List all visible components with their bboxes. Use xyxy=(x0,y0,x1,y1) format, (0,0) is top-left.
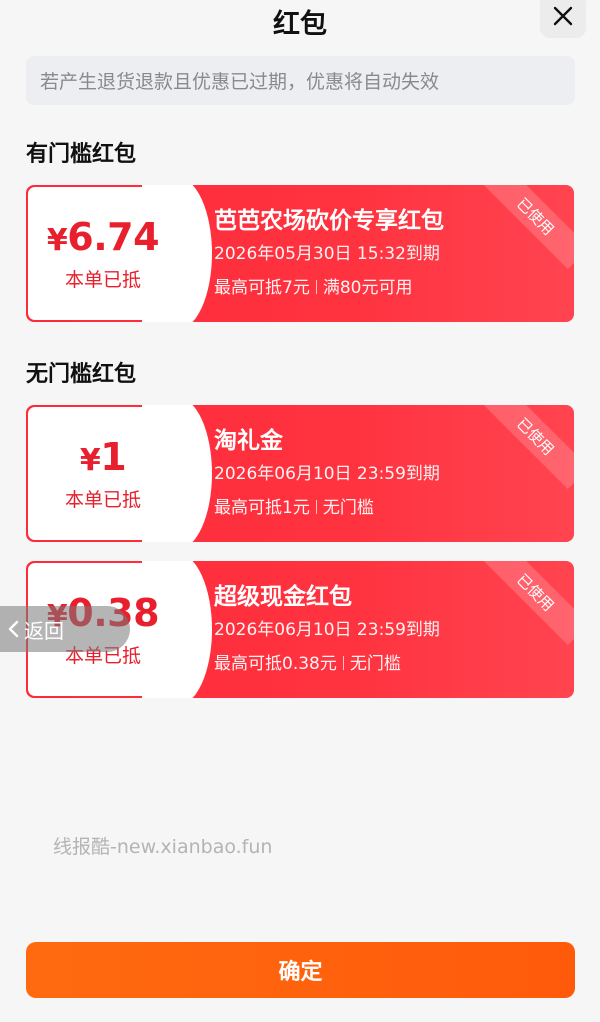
red-packet-sheet: 红包 若产生退货退款且优惠已过期，优惠将自动失效 有门槛红包 ¥6.74 本单已… xyxy=(0,0,600,1022)
coupon-name: 芭芭农场砍价专享红包 xyxy=(214,208,444,234)
coupon-deducted-label: 本单已抵 xyxy=(64,269,141,291)
coupon-name: 超级现金红包 xyxy=(214,584,352,610)
coupon-info: 超级现金红包 2026年06月10日 23:59到期 最高可抵0.38元 无门槛 xyxy=(214,581,440,677)
coupon-rule: 最高可抵0.38元 无门槛 xyxy=(214,654,401,674)
coupon-amount-panel: ¥6.74 本单已抵 xyxy=(28,185,212,322)
confirm-button[interactable]: 确定 xyxy=(26,942,575,998)
coupon-name: 淘礼金 xyxy=(214,428,283,454)
coupon-amount: ¥6.74 xyxy=(46,215,160,259)
close-icon xyxy=(553,6,573,26)
section-title-threshold: 有门槛红包 xyxy=(26,142,137,167)
coupon-info: 淘礼金 2026年06月10日 23:59到期 最高可抵1元 无门槛 xyxy=(214,425,440,521)
coupon-rule: 最高可抵7元 满80元可用 xyxy=(214,278,413,298)
coupon-expiry: 2026年06月10日 23:59到期 xyxy=(214,464,440,484)
used-status-badge: 已使用 xyxy=(482,561,574,646)
back-button[interactable]: 返回 xyxy=(0,606,130,652)
coupon-expiry: 2026年06月10日 23:59到期 xyxy=(214,620,440,640)
used-status-badge: 已使用 xyxy=(482,405,574,490)
section-title-no-threshold: 无门槛红包 xyxy=(26,362,137,387)
coupon-amount: ¥1 xyxy=(79,435,127,479)
watermark-text: 线报酷-new.xianbao.fun xyxy=(53,836,273,858)
coupon-info: 芭芭农场砍价专享红包 2026年05月30日 15:32到期 最高可抵7元 满80… xyxy=(214,205,444,301)
back-button-label: 返回 xyxy=(24,618,64,643)
close-button[interactable] xyxy=(540,0,586,38)
expiry-notice: 若产生退货退款且优惠已过期，优惠将自动失效 xyxy=(26,56,575,105)
chevron-left-icon xyxy=(8,620,19,638)
coupon-amount-panel: ¥1 本单已抵 xyxy=(28,405,212,542)
coupon-card[interactable]: ¥1 本单已抵 淘礼金 2026年06月10日 23:59到期 最高可抵1元 无门… xyxy=(26,405,574,542)
coupon-rule: 最高可抵1元 无门槛 xyxy=(214,498,374,518)
sheet-header: 红包 xyxy=(0,0,600,40)
page-title: 红包 xyxy=(273,9,327,40)
coupon-expiry: 2026年05月30日 15:32到期 xyxy=(214,244,440,264)
used-status-badge: 已使用 xyxy=(482,185,574,270)
coupon-card[interactable]: ¥6.74 本单已抵 芭芭农场砍价专享红包 2026年05月30日 15:32到… xyxy=(26,185,574,322)
coupon-deducted-label: 本单已抵 xyxy=(64,489,141,511)
